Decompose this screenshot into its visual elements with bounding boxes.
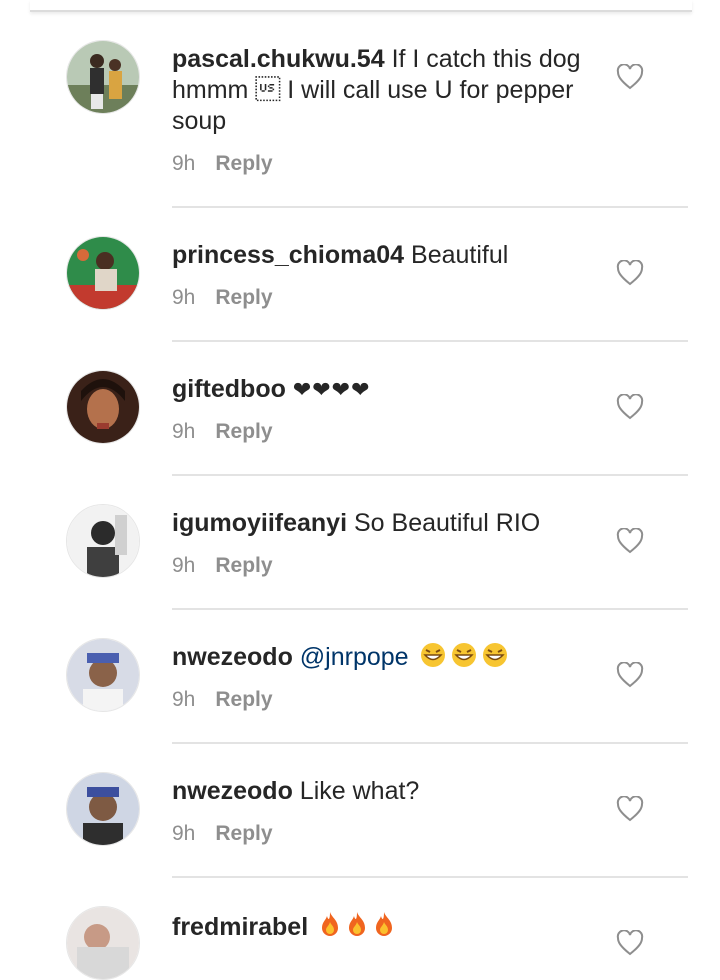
comment-meta: 9h Reply: [172, 286, 273, 310]
comment-item: nwezeodo Like what? 9h Reply: [30, 772, 692, 876]
comments-panel: pascal.chukwu.54 If I catch this dog hmm…: [30, 0, 692, 980]
comment-body: Like what?: [299, 777, 420, 805]
fire-emoji: [349, 912, 366, 936]
heart-outline-icon[interactable]: [616, 528, 644, 554]
divider: [172, 206, 688, 208]
heart-outline-icon[interactable]: [616, 796, 644, 822]
comment-meta: 9h Reply: [172, 420, 273, 444]
reply-button[interactable]: Reply: [215, 822, 272, 845]
laughing-face-emoji: [482, 643, 507, 667]
comment-item: nwezeodo @jnrpope 9h Reply: [30, 638, 692, 742]
comment-text: princess_chioma04 Beautiful: [172, 240, 602, 271]
reply-button[interactable]: Reply: [215, 554, 272, 577]
divider: [172, 742, 688, 744]
reply-button[interactable]: Reply: [215, 420, 272, 443]
timestamp: 9h: [172, 152, 196, 175]
comment-text: fredmirabel: [172, 910, 602, 943]
timestamp: 9h: [172, 688, 196, 711]
heart-outline-icon[interactable]: [616, 394, 644, 420]
avatar[interactable]: [66, 236, 140, 310]
timestamp: 9h: [172, 554, 196, 577]
comment-text: nwezeodo Like what?: [172, 776, 602, 807]
username[interactable]: igumoyiifeanyi: [172, 509, 347, 537]
username[interactable]: giftedboo: [172, 375, 286, 403]
avatar[interactable]: [66, 906, 140, 980]
divider: [172, 340, 688, 342]
laughing-face-emoji: [451, 643, 476, 667]
comment-text: nwezeodo @jnrpope: [172, 642, 602, 673]
comment-meta: 9h Reply: [172, 152, 273, 176]
reply-button[interactable]: Reply: [215, 286, 272, 309]
avatar[interactable]: [66, 40, 140, 114]
comment-item: igumoyiifeanyi So Beautiful RIO 9h Reply: [30, 504, 692, 608]
comment-text: pascal.chukwu.54 If I catch this dog hmm…: [172, 44, 602, 137]
comment-meta: 9h Reply: [172, 554, 273, 578]
reply-button[interactable]: Reply: [215, 688, 272, 711]
comment-meta: 9h Reply: [172, 822, 273, 846]
top-divider: [30, 0, 692, 12]
timestamp: 9h: [172, 420, 196, 443]
heart-outline-icon[interactable]: [616, 260, 644, 286]
reply-button[interactable]: Reply: [215, 152, 272, 175]
username[interactable]: fredmirabel: [172, 913, 308, 941]
username[interactable]: pascal.chukwu.54: [172, 45, 385, 73]
fire-emoji: [376, 912, 393, 936]
timestamp: 9h: [172, 286, 196, 309]
mention-link[interactable]: @jnrpope: [300, 643, 409, 671]
comment-body: Beautiful: [411, 241, 509, 269]
black-heart-emoji: ❤❤❤❤: [292, 377, 371, 402]
heart-outline-icon[interactable]: [616, 930, 644, 956]
laughing-face-emoji: [420, 643, 445, 667]
comment-item: princess_chioma04 Beautiful 9h Reply: [30, 236, 692, 340]
heart-outline-icon[interactable]: [616, 662, 644, 688]
comment-body: So Beautiful RIO: [354, 509, 541, 537]
divider: [172, 608, 688, 610]
comment-item: giftedboo ❤❤❤❤ 9h Reply: [30, 370, 692, 474]
username[interactable]: nwezeodo: [172, 643, 293, 671]
username[interactable]: princess_chioma04: [172, 241, 404, 269]
comment-item: fredmirabel: [30, 906, 692, 980]
comment-item: pascal.chukwu.54 If I catch this dog hmm…: [30, 38, 692, 208]
comment-text: giftedboo ❤❤❤❤: [172, 374, 602, 405]
divider: [172, 474, 688, 476]
fire-emoji: [322, 912, 339, 936]
username[interactable]: nwezeodo: [172, 777, 293, 805]
avatar[interactable]: [66, 370, 140, 444]
comment-text: igumoyiifeanyi So Beautiful RIO: [172, 508, 602, 539]
divider: [172, 876, 688, 878]
avatar[interactable]: [66, 638, 140, 712]
timestamp: 9h: [172, 822, 196, 845]
avatar[interactable]: [66, 772, 140, 846]
heart-outline-icon[interactable]: [616, 64, 644, 90]
comment-meta: 9h Reply: [172, 688, 273, 712]
avatar[interactable]: [66, 504, 140, 578]
